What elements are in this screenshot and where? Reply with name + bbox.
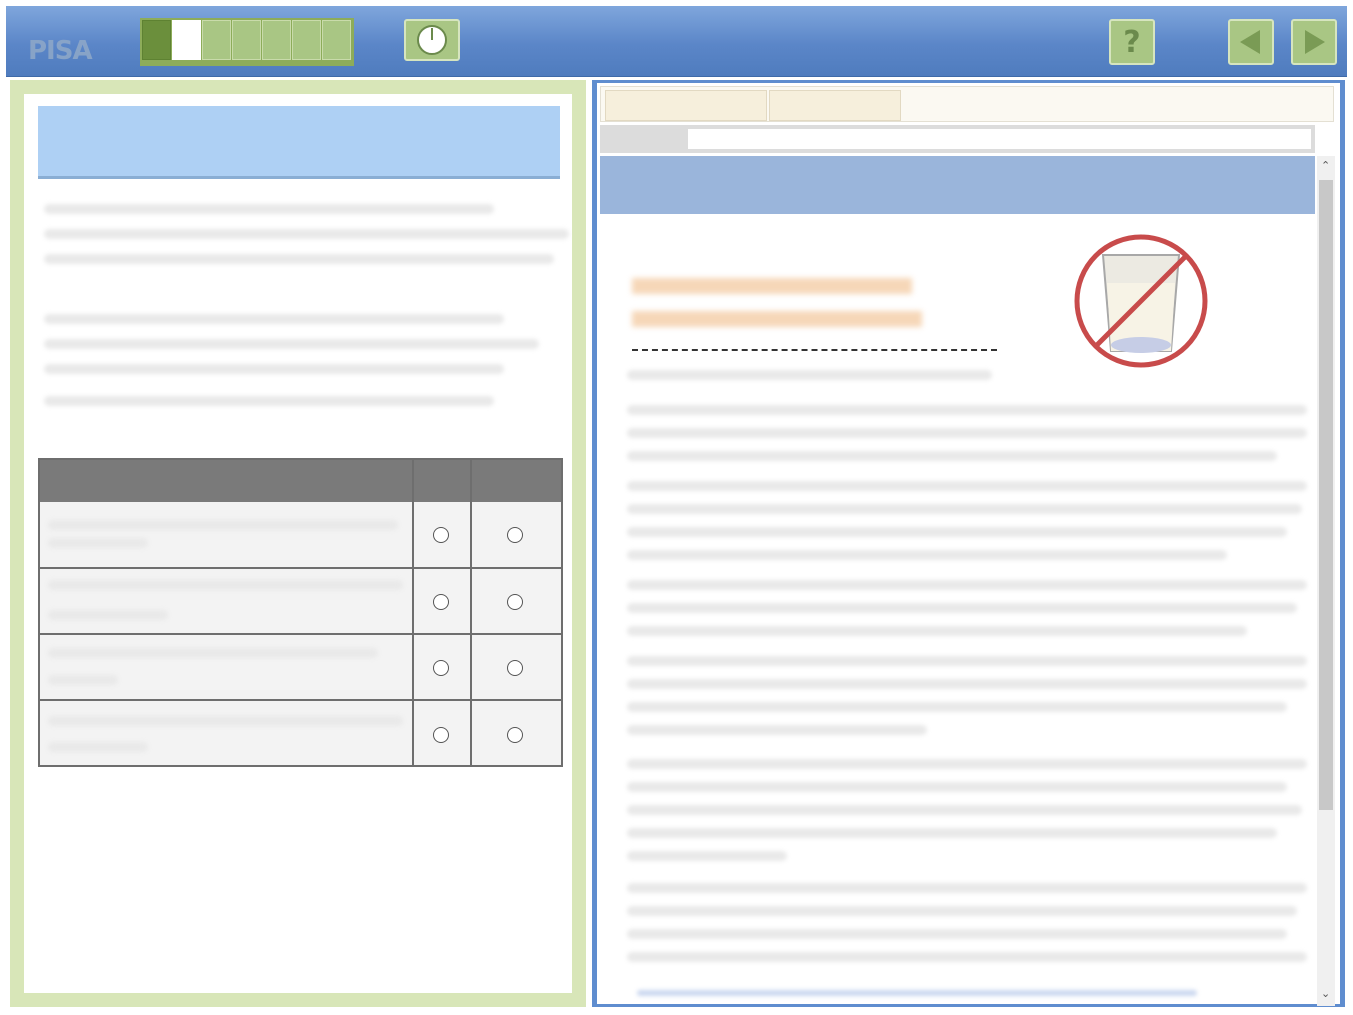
article-text-line [627, 580, 1307, 590]
article-text-line [627, 481, 1307, 491]
progress-segment [292, 20, 321, 60]
article-text-line [627, 805, 1302, 815]
left-arrow-icon [1240, 30, 1260, 54]
instruction-text-line [44, 339, 539, 349]
row-divider [40, 699, 561, 701]
clock-icon [417, 25, 447, 55]
title-underline [632, 349, 997, 351]
progress-segment [202, 20, 231, 60]
question-header-subtitle [60, 148, 65, 168]
article-text-line [627, 851, 787, 861]
article-text-line [627, 952, 1307, 962]
progress-segment [322, 20, 351, 60]
statement-text [48, 538, 148, 548]
radio-row3-col1[interactable] [433, 660, 449, 676]
article-text-line [627, 883, 1307, 893]
instruction-text-line [44, 204, 494, 214]
instruction-text-line [44, 229, 569, 239]
question-header-title [60, 120, 65, 140]
browser-window: ⌃ ⌄ [597, 83, 1340, 1006]
address-bar-row [600, 125, 1315, 153]
article-text-line [627, 725, 927, 735]
radio-row2-col2[interactable] [507, 594, 523, 610]
statement-text [48, 716, 403, 726]
article-text-line [627, 370, 992, 380]
article-text-line [627, 603, 1297, 613]
vertical-scrollbar[interactable]: ⌃ ⌄ [1317, 156, 1335, 1006]
help-button[interactable]: ? [1109, 19, 1155, 65]
article-text-line [627, 405, 1307, 415]
row-divider [40, 567, 561, 569]
progress-segment [142, 20, 171, 60]
article-text-line [627, 759, 1307, 769]
top-toolbar: PISA ? [6, 6, 1347, 77]
table-header [40, 460, 561, 502]
question-header [38, 106, 560, 179]
statement-text [48, 675, 118, 685]
radio-row1-col2[interactable] [507, 527, 523, 543]
statement-text [48, 742, 148, 752]
instruction-text-line [44, 364, 504, 374]
browser-tab-1[interactable] [605, 90, 767, 121]
article-text-line [627, 550, 1227, 560]
radio-row1-col1[interactable] [433, 527, 449, 543]
article-text-line [627, 906, 1297, 916]
article-text-line [627, 428, 1307, 438]
question-panel [10, 80, 586, 1007]
article-text-line [627, 782, 1287, 792]
radio-row3-col2[interactable] [507, 660, 523, 676]
article-text-line [627, 656, 1307, 666]
timer-button[interactable] [404, 19, 460, 61]
article-text-line [627, 527, 1287, 537]
column-divider [412, 460, 414, 765]
instruction-text-line [44, 314, 504, 324]
scroll-down-icon[interactable]: ⌄ [1321, 987, 1330, 1000]
stimulus-panel: ⌃ ⌄ [592, 80, 1345, 1007]
question-content [24, 94, 572, 993]
progress-segment [262, 20, 291, 60]
website-banner [600, 156, 1315, 214]
statement-text [48, 580, 403, 590]
article-text-line [627, 679, 1307, 689]
article-text-line [627, 828, 1277, 838]
question-icon: ? [1123, 24, 1141, 60]
article-title [632, 278, 912, 294]
next-button[interactable] [1291, 19, 1337, 65]
article-links[interactable] [637, 990, 1197, 996]
no-milk-glass-icon [1074, 234, 1208, 368]
address-bar[interactable] [688, 129, 1311, 149]
progress-segment [232, 20, 261, 60]
statement-text [48, 520, 398, 530]
article-title [632, 311, 922, 327]
browser-tab-bar [600, 86, 1334, 122]
browser-tab-2[interactable] [769, 90, 901, 121]
article-text-line [627, 451, 1277, 461]
row-divider [40, 633, 561, 635]
progress-segment-current [172, 20, 201, 60]
radio-row2-col1[interactable] [433, 594, 449, 610]
radio-row4-col1[interactable] [433, 727, 449, 743]
statement-text [48, 610, 168, 620]
scrollbar-thumb[interactable] [1319, 180, 1333, 810]
pisa-logo: PISA [28, 36, 93, 66]
instruction-text-line [44, 396, 494, 406]
article-text-line [627, 929, 1287, 939]
scroll-up-icon[interactable]: ⌃ [1321, 159, 1330, 172]
instruction-text-line [44, 254, 554, 264]
back-button[interactable] [1228, 19, 1274, 65]
radio-row4-col2[interactable] [507, 727, 523, 743]
article-text-line [627, 626, 1247, 636]
response-table [38, 458, 563, 767]
progress-indicator [140, 18, 354, 66]
article-text-line [627, 702, 1287, 712]
right-arrow-icon [1305, 30, 1325, 54]
article-text-line [627, 504, 1302, 514]
column-divider [470, 460, 472, 765]
statement-text [48, 648, 378, 658]
